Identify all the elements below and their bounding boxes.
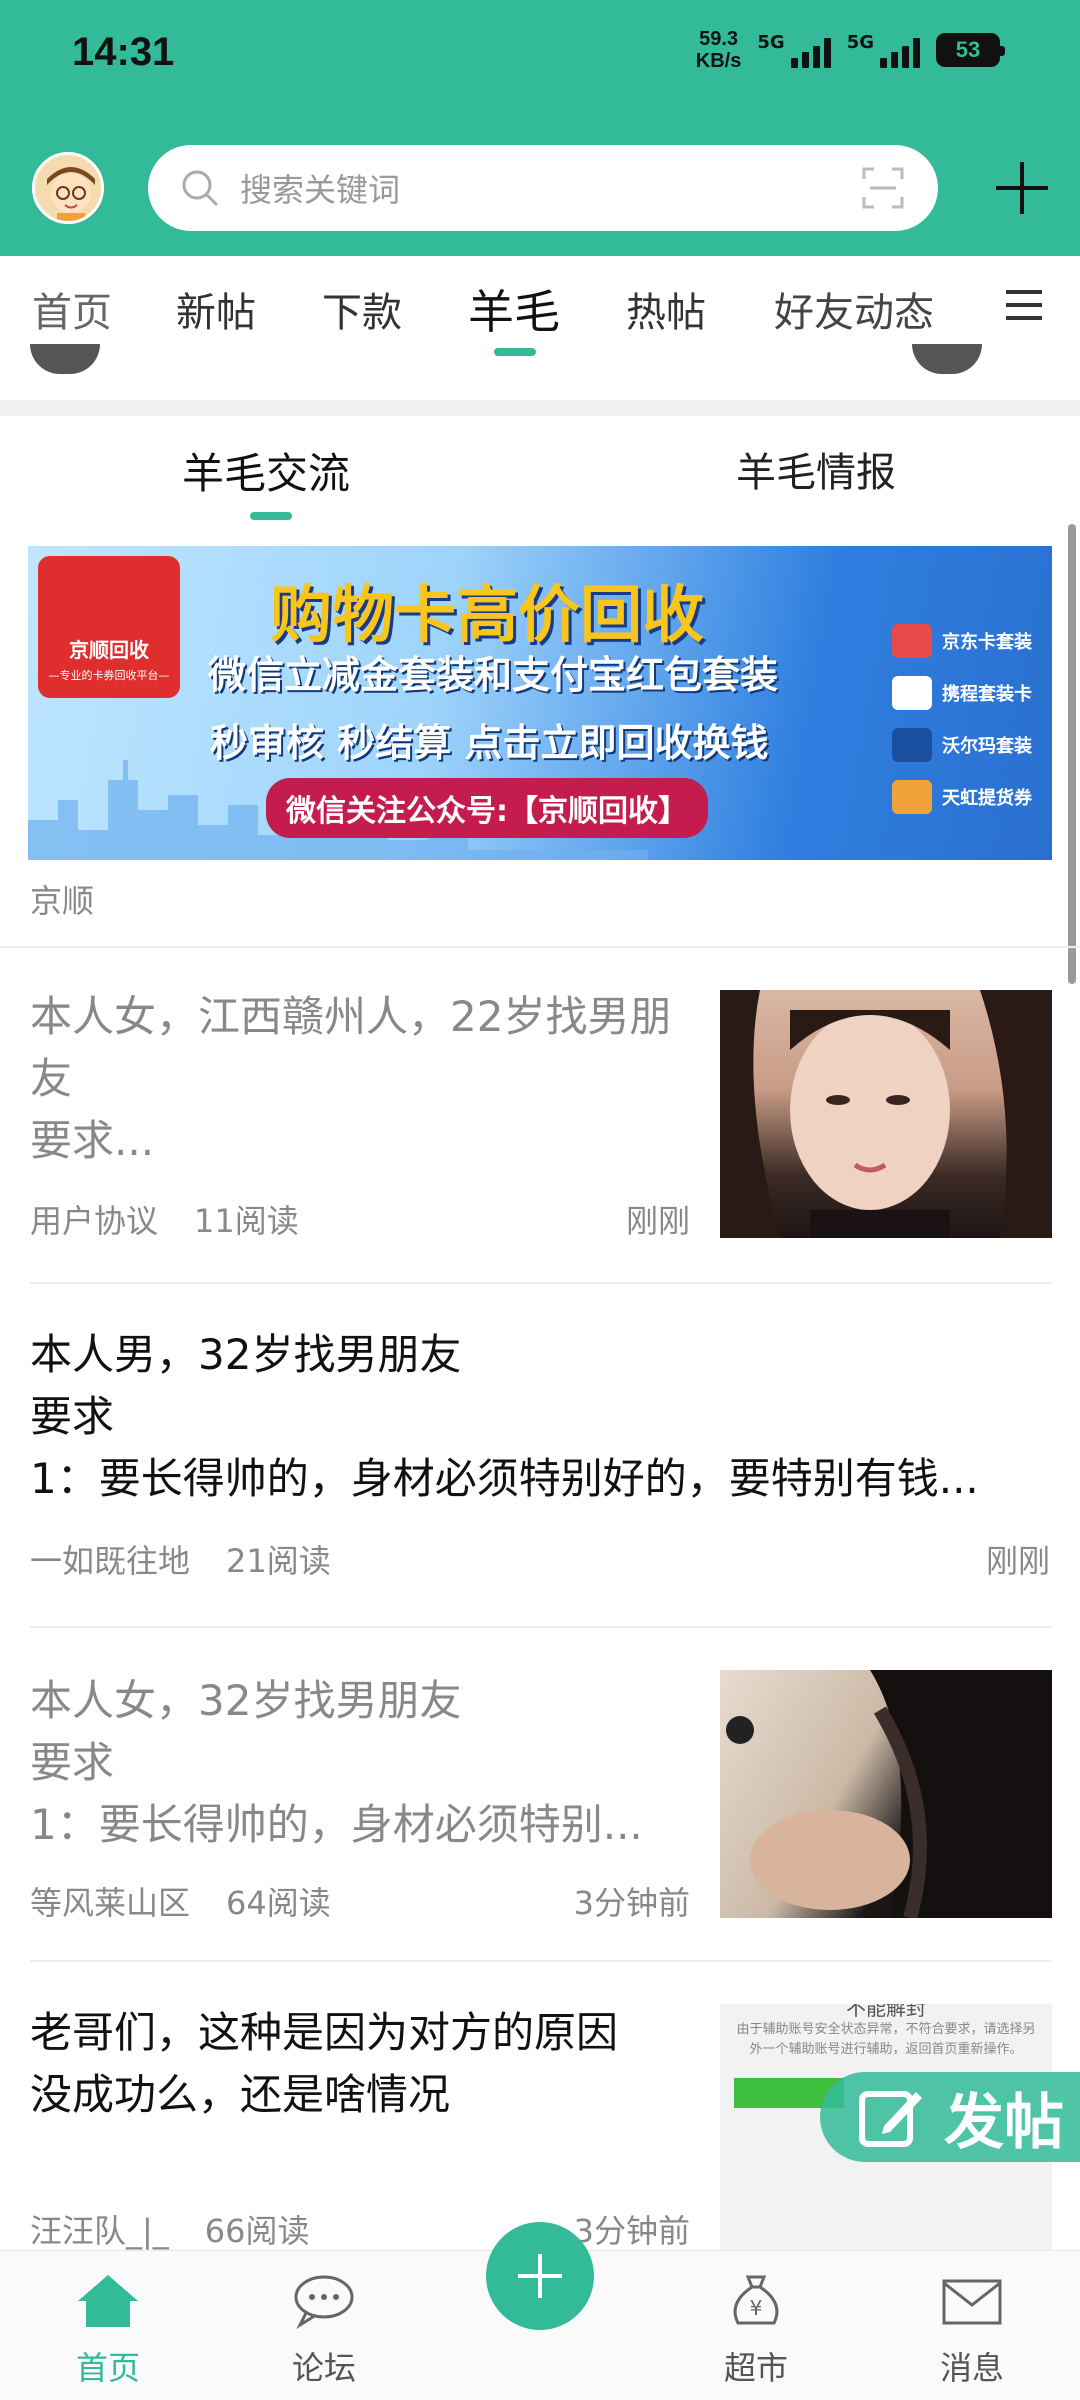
post-reads: 66阅读 — [204, 2212, 310, 2250]
sub-tabs: 羊毛交流 羊毛情报 — [0, 416, 1080, 526]
svg-text:¥: ¥ — [750, 2296, 763, 2320]
banner-side-item: 携程套装卡 — [892, 676, 1032, 710]
nav-forum[interactable]: 论坛 — [264, 2273, 384, 2389]
post-reads: 64阅读 — [226, 1884, 331, 1922]
subtab-intel[interactable]: 羊毛情报 — [736, 440, 896, 498]
tab-new[interactable]: 新帖 — [176, 280, 256, 338]
new-post-button[interactable]: 发帖 — [820, 2072, 1080, 2162]
post-title: 1：要长得帅的，身材必须特别好的，要特别有钱... — [30, 1454, 979, 1503]
nav-messages[interactable]: 消息 — [912, 2273, 1032, 2389]
add-icon[interactable] — [992, 158, 1052, 218]
post-title: 没成功么，还是啥情况 — [30, 2070, 451, 2119]
banner-side-item: 沃尔玛套装 — [892, 728, 1032, 762]
tab-loan[interactable]: 下款 — [322, 280, 402, 338]
thumb-heading: 不能解封 — [846, 2004, 926, 2020]
create-button[interactable] — [486, 2222, 594, 2330]
tab-hot[interactable]: 热帖 — [626, 280, 706, 338]
avatar — [912, 344, 982, 374]
post-item[interactable]: 本人女，江西赣州人，22岁找男朋 友 要求... 用户协议 11阅读 刚刚 — [0, 946, 1080, 1282]
tab-friends[interactable]: 好友动态 — [774, 280, 934, 338]
banner-line1: 微信立减金套装和支付宝红包套装 — [208, 653, 779, 697]
thumb-text: 由于辅助账号安全状态异常，不符合要求，请选择另外一个辅助账号进行辅助，返回首页重… — [736, 2022, 1036, 2057]
post-time: 3分钟前 — [573, 2212, 690, 2250]
banner-line2: 秒审核 秒结算 点击立即回收换钱 — [210, 721, 769, 765]
post-meta: 用户协议 11阅读 — [30, 1196, 299, 1242]
new-post-label: 发帖 — [944, 2087, 1064, 2158]
banner-side-list: 京东卡套装 携程套装卡 沃尔玛套装 天虹提货券 — [892, 624, 1032, 814]
banner-side-item: 京东卡套装 — [892, 624, 1032, 658]
net-speed: 59.3 KB/s — [695, 28, 742, 72]
signal-icon: 5G — [847, 32, 920, 68]
banner-side-item: 天虹提货券 — [892, 780, 1032, 814]
chat-icon — [294, 2275, 354, 2330]
tab-wool[interactable]: 羊毛 — [468, 276, 560, 342]
scrollbar[interactable] — [1068, 524, 1076, 984]
post-reads: 21阅读 — [226, 1542, 331, 1580]
post-title: 要求 — [30, 1392, 115, 1441]
search-placeholder: 搜索关键词 — [240, 171, 401, 209]
post-title: 要求 — [30, 1738, 115, 1787]
scan-icon[interactable] — [860, 165, 906, 211]
avatar[interactable] — [32, 152, 104, 224]
plus-icon — [518, 2254, 562, 2298]
post-author: 汪汪队_|_ — [30, 2212, 169, 2250]
tab-indicator — [494, 348, 536, 356]
brand-logo: 京顺回收 —专业的卡券回收平台— — [38, 556, 180, 698]
photo-image — [726, 1670, 1052, 1918]
banner-cta: 微信关注公众号:【京顺回收】 — [266, 778, 708, 838]
post-thumbnail — [720, 1670, 1052, 1918]
signal-icon: 5G — [757, 32, 831, 68]
home-icon — [78, 2275, 138, 2327]
post-title: 1：要长得帅的，身材必须特别... — [30, 1800, 643, 1849]
app-header: 14:31 59.3 KB/s 5G 5G 53 搜索关键词 — [0, 0, 1080, 256]
post-title: 要求... — [30, 1116, 155, 1165]
battery-icon: 53 — [936, 33, 1005, 67]
subtab-indicator — [250, 512, 292, 520]
post-author: 等风莱山区 — [30, 1884, 191, 1922]
subtab-exchange[interactable]: 羊毛交流 — [182, 440, 350, 501]
post-item[interactable]: 本人女，32岁找男朋友 要求 1：要长得帅的，身材必须特别... 等风莱山区 6… — [0, 1626, 1080, 1960]
post-time: 刚刚 — [625, 1202, 690, 1240]
post-author: 一如既往地 — [30, 1542, 191, 1580]
post-reads: 11阅读 — [194, 1202, 299, 1240]
banner-headline: 购物卡高价回收 — [270, 578, 705, 651]
tab-home[interactable]: 首页 — [32, 280, 112, 338]
post-time: 刚刚 — [985, 1542, 1050, 1580]
post-title: 友 — [30, 1054, 73, 1103]
search-icon — [182, 170, 218, 206]
ad-source: 京顺 — [30, 882, 95, 920]
post-meta: 一如既往地 21阅读 — [30, 1536, 331, 1582]
money-bag-icon: ¥ — [733, 2275, 779, 2325]
post-time: 3分钟前 — [573, 1884, 690, 1922]
menu-icon[interactable] — [1004, 288, 1044, 322]
edit-icon — [859, 2091, 922, 2147]
status-time: 14:31 — [72, 30, 175, 74]
post-title: 本人男，32岁找男朋友 — [30, 1330, 462, 1379]
post-item[interactable]: 本人男，32岁找男朋友 要求 1：要长得帅的，身材必须特别好的，要特别有钱...… — [0, 1282, 1080, 1626]
post-title: 老哥们，这种是因为对方的原因 — [30, 2008, 619, 2057]
post-meta: 等风莱山区 64阅读 — [30, 1878, 331, 1924]
portrait-image — [720, 990, 1052, 1238]
search-bar[interactable]: 搜索关键词 — [148, 145, 938, 231]
nav-market[interactable]: ¥ 超市 — [696, 2273, 816, 2389]
avatar-face-icon — [35, 155, 101, 221]
nav-home[interactable]: 首页 — [48, 2273, 168, 2389]
post-title: 本人女，江西赣州人，22岁找男朋 — [30, 992, 672, 1041]
post-thumbnail — [720, 990, 1052, 1238]
category-tabs: 首页 新帖 下款 羊毛 热帖 好友动态 — [0, 256, 1080, 356]
post-title: 本人女，32岁找男朋友 — [30, 1676, 462, 1725]
ad-banner[interactable]: 京顺回收 —专业的卡券回收平台— 购物卡高价回收 微信立减金套装和支付宝红包套装… — [28, 546, 1052, 860]
post-meta: 汪汪队_|_ 66阅读 — [30, 2206, 310, 2252]
status-icons: 59.3 KB/s 5G 5G 53 — [695, 28, 1005, 72]
post-author: 用户协议 — [30, 1202, 159, 1240]
section-divider — [0, 400, 1080, 416]
avatar — [30, 344, 100, 374]
mail-icon — [942, 2279, 1002, 2325]
